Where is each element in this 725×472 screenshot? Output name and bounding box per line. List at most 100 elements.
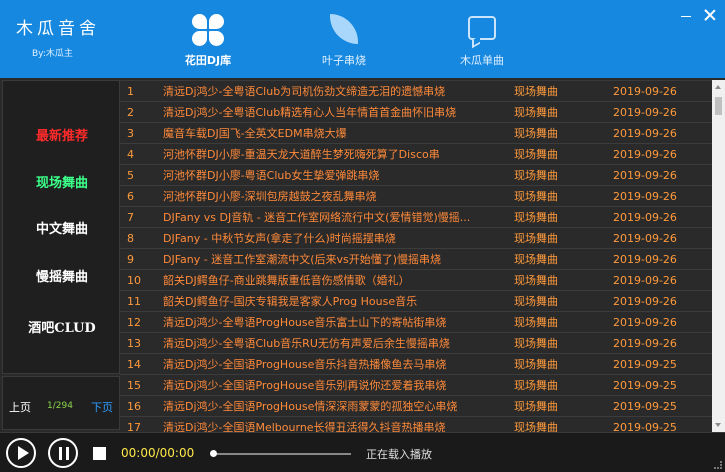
- tab-label: 叶子串烧: [322, 54, 366, 67]
- pause-button[interactable]: [48, 438, 78, 468]
- song-title: 河池怀群DJ小廖-粤语Club女生挚爱弹跳串烧: [163, 169, 380, 182]
- song-date: 2019-09-26: [613, 211, 677, 224]
- song-row[interactable]: 17 清远Dj鸿少-全国语Melbourne长得丑活得久抖音热播串烧 现场舞曲 201…: [120, 417, 712, 432]
- header: 木瓜音舍 By:木瓜主 花田DJ库 叶子串烧 木瓜单曲: [0, 0, 725, 78]
- song-row[interactable]: 7 DJFany vs DJ音轨 - 迷音工作室网络流行中文(爱情错觉)慢摇...…: [120, 207, 712, 228]
- song-date: 2019-09-25: [613, 400, 677, 413]
- song-number: 17: [127, 421, 141, 432]
- song-date: 2019-09-26: [613, 127, 677, 140]
- play-button[interactable]: [6, 438, 36, 468]
- song-number: 7: [127, 211, 134, 224]
- time-display: 00:00/00:00: [121, 446, 195, 460]
- minimize-icon[interactable]: [679, 8, 693, 22]
- song-category: 现场舞曲: [514, 379, 558, 392]
- song-row[interactable]: 8 DJFany - 中秋节女声(拿走了什么)时尚摇摆串烧 现场舞曲 2019-09-…: [120, 228, 712, 249]
- song-date: 2019-09-26: [613, 337, 677, 350]
- song-category: 现场舞曲: [514, 211, 558, 224]
- song-number: 11: [127, 295, 141, 308]
- tab-huatian-dj[interactable]: 花田DJ库: [168, 10, 248, 70]
- song-row[interactable]: 1 清远Dj鸿少-全粤语Club为司机伤劲文缔造无泪的遗憾串烧 现场舞曲 2019-0…: [120, 81, 712, 102]
- song-category: 现场舞曲: [514, 421, 558, 432]
- song-row[interactable]: 12 清远Dj鸿少-全粤语ProgHouse音乐富士山下的寄帖街串烧 现场舞曲 201…: [120, 312, 712, 333]
- song-number: 10: [127, 274, 141, 287]
- song-title: 河池怀群DJ小廖-深圳包房越鼓之夜乱舞串烧: [163, 190, 377, 203]
- song-row[interactable]: 5 河池怀群DJ小廖-粤语Club女生挚爱弹跳串烧 现场舞曲 2019-09-26: [120, 165, 712, 186]
- song-title: 清远Dj鸿少-全国语ProgHouse音乐抖音热播像鱼去马串烧: [163, 358, 447, 371]
- song-category: 现场舞曲: [514, 295, 558, 308]
- song-category: 现场舞曲: [514, 274, 558, 287]
- song-date: 2019-09-26: [613, 169, 677, 182]
- song-row[interactable]: 6 河池怀群DJ小廖-深圳包房越鼓之夜乱舞串烧 现场舞曲 2019-09-26: [120, 186, 712, 207]
- pager: 上页 1/294 下页: [2, 376, 120, 430]
- song-title: 清远Dj鸿少-全国语Melbourne长得丑活得久抖音热播串烧: [163, 421, 446, 432]
- song-date: 2019-09-25: [613, 358, 677, 371]
- stop-button[interactable]: [93, 447, 106, 460]
- song-number: 5: [127, 169, 134, 182]
- song-title: 韶关DJ鳄鱼仔-国庆专辑我是客家人Prog House音乐: [163, 295, 418, 308]
- song-title: 清远Dj鸿少-全粤语Club音乐RU无仿有声爱后余生慢摇串烧: [163, 337, 450, 350]
- song-row[interactable]: 15 清远Dj鸿少-全国语ProgHouse音乐别再说你还爱着我串烧 现场舞曲 201…: [120, 375, 712, 396]
- progress-slider[interactable]: [210, 450, 351, 457]
- song-number: 4: [127, 148, 134, 161]
- sidebar-item-slow[interactable]: 慢摇舞曲: [3, 266, 121, 285]
- song-row[interactable]: 9 DJFany - 迷音工作室潮流中文(后来vs开始懂了)慢摇串烧 现场舞曲 201…: [120, 249, 712, 270]
- song-title: 韶关DJ鳄鱼仔-商业跳舞版重低音伤感情歌（婚礼）: [163, 274, 410, 287]
- song-date: 2019-09-25: [613, 421, 677, 432]
- song-date: 2019-09-26: [613, 295, 677, 308]
- sidebar-item-latest[interactable]: 最新推荐: [3, 125, 121, 144]
- song-row[interactable]: 13 清远Dj鸿少-全粤语Club音乐RU无仿有声爱后余生慢摇串烧 现场舞曲 2019…: [120, 333, 712, 354]
- app-author: By:木瓜主: [32, 49, 73, 59]
- song-category: 现场舞曲: [514, 400, 558, 413]
- tab-label: 花田DJ库: [184, 54, 232, 67]
- song-row[interactable]: 10 韶关DJ鳄鱼仔-商业跳舞版重低音伤感情歌（婚礼） 现场舞曲 2019-09-26: [120, 270, 712, 291]
- sidebar-item-chinese[interactable]: 中文舞曲: [3, 218, 121, 237]
- sidebar-item-club[interactable]: 酒吧CLUD: [3, 317, 121, 336]
- resize-grip-icon[interactable]: [714, 461, 722, 469]
- song-number: 15: [127, 379, 141, 392]
- song-category: 现场舞曲: [514, 106, 558, 119]
- progress-knob[interactable]: [210, 450, 217, 457]
- song-number: 14: [127, 358, 141, 371]
- clover-icon: [190, 12, 226, 48]
- song-number: 8: [127, 232, 134, 245]
- sidebar: 最新推荐 现场舞曲 中文舞曲 慢摇舞曲 酒吧CLUD: [2, 80, 120, 374]
- song-category: 现场舞曲: [514, 358, 558, 371]
- next-page-button[interactable]: 下页: [91, 399, 113, 415]
- song-row[interactable]: 4 河池怀群DJ小廖-重温天龙大道醉生梦死嗨死算了Disco串 现场舞曲 2019-0…: [120, 144, 712, 165]
- song-row[interactable]: 16 清远Dj鸿少-全国语ProgHouse情深深雨蒙蒙的孤独空心串烧 现场舞曲 20…: [120, 396, 712, 417]
- song-date: 2019-09-26: [613, 148, 677, 161]
- scroll-down-icon[interactable]: [715, 423, 721, 427]
- song-row[interactable]: 2 清远Dj鸿少-全粤语Club精选有心人当年情首首金曲怀旧串烧 现场舞曲 2019-…: [120, 102, 712, 123]
- song-title: DJFany - 迷音工作室潮流中文(后来vs开始懂了)慢摇串烧: [163, 253, 442, 266]
- song-category: 现场舞曲: [514, 148, 558, 161]
- tab-label: 木瓜单曲: [460, 54, 504, 67]
- song-number: 1: [127, 85, 134, 98]
- scroll-up-icon[interactable]: [715, 85, 721, 89]
- song-title: 清远Dj鸿少-全国语ProgHouse音乐别再说你还爱着我串烧: [163, 379, 447, 392]
- message-icon: [464, 12, 500, 49]
- song-category: 现场舞曲: [514, 316, 558, 329]
- tab-mugua-single[interactable]: 木瓜单曲: [442, 10, 522, 70]
- song-category: 现场舞曲: [514, 169, 558, 182]
- song-title: 清远Dj鸿少-全粤语Club精选有心人当年情首首金曲怀旧串烧: [163, 106, 457, 119]
- song-row[interactable]: 14 清远Dj鸿少-全国语ProgHouse音乐抖音热播像鱼去马串烧 现场舞曲 201…: [120, 354, 712, 375]
- sidebar-item-live[interactable]: 现场舞曲: [3, 172, 121, 191]
- song-title: DJFany - 中秋节女声(拿走了什么)时尚摇摆串烧: [163, 232, 396, 245]
- leaf-icon: [326, 12, 362, 48]
- song-row[interactable]: 11 韶关DJ鳄鱼仔-国庆专辑我是客家人Prog House音乐 现场舞曲 2019-…: [120, 291, 712, 312]
- song-number: 6: [127, 190, 134, 203]
- song-row[interactable]: 3 魔音车载DJ国飞-全英文EDM串烧大爆 现场舞曲 2019-09-26: [120, 123, 712, 144]
- song-number: 13: [127, 337, 141, 350]
- song-number: 16: [127, 400, 141, 413]
- song-title: 清远Dj鸿少-全粤语ProgHouse音乐富士山下的寄帖街串烧: [163, 316, 447, 329]
- close-icon[interactable]: [703, 8, 717, 22]
- song-date: 2019-09-26: [613, 106, 677, 119]
- song-list: 1 清远Dj鸿少-全粤语Club为司机伤劲文缔造无泪的遗憾串烧 现场舞曲 2019-0…: [120, 80, 712, 432]
- scroll-thumb[interactable]: [715, 97, 722, 115]
- song-date: 2019-09-25: [613, 379, 677, 392]
- song-category: 现场舞曲: [514, 253, 558, 266]
- tab-yezi-medley[interactable]: 叶子串烧: [304, 10, 384, 70]
- status-text: 正在载入播放: [366, 448, 432, 461]
- scrollbar[interactable]: [712, 80, 725, 432]
- prev-page-button[interactable]: 上页: [9, 399, 31, 415]
